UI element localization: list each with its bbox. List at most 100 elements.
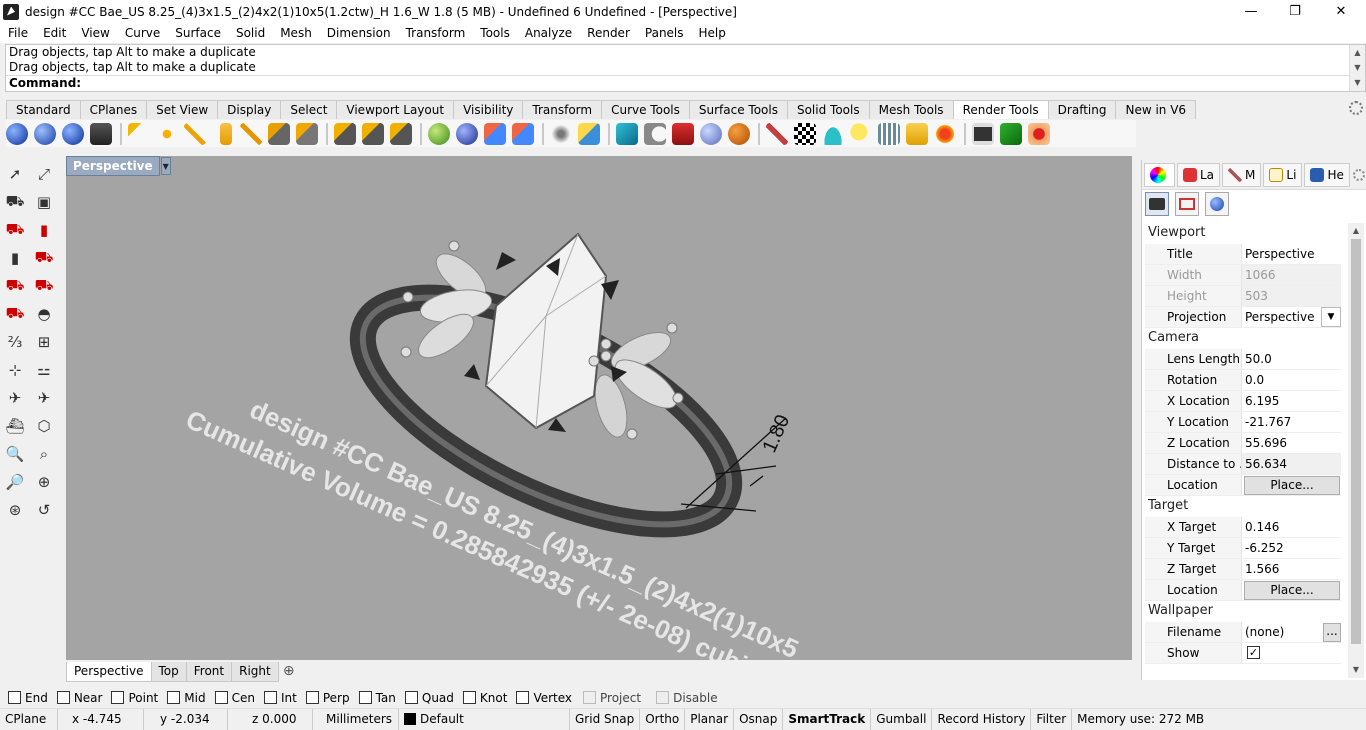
bump-icon[interactable] <box>728 122 750 145</box>
status-grid-snap[interactable]: Grid Snap <box>570 708 641 730</box>
tab-viewport-layout[interactable]: Viewport Layout <box>336 100 455 119</box>
osnap-checkbox[interactable] <box>404 691 418 704</box>
command-prompt[interactable]: Command: <box>6 75 1365 90</box>
gizmo-icon[interactable]: ⊞ <box>32 330 56 354</box>
chevron-down-icon[interactable]: ▼ <box>1321 307 1341 327</box>
projection-select[interactable]: Perspective ▼ <box>1242 307 1341 327</box>
osnap-int[interactable]: Int <box>263 691 297 705</box>
osnap-checkbox[interactable] <box>462 691 476 704</box>
menu-dimension[interactable]: Dimension <box>319 26 398 40</box>
zoom-icon[interactable]: 🔍 <box>3 442 27 466</box>
tab-set-view[interactable]: Set View <box>146 100 219 119</box>
undo-view-icon[interactable]: ↺ <box>32 498 56 522</box>
status-layer[interactable]: Default <box>399 708 570 730</box>
zoom-dynamic-icon[interactable]: 🔎 <box>3 470 27 494</box>
ground-plane-icon[interactable] <box>644 122 666 145</box>
status-planar[interactable]: Planar <box>685 708 735 730</box>
menu-file[interactable]: File <box>0 26 35 40</box>
viewport-menu-arrow-icon[interactable]: ▼ <box>160 157 171 175</box>
box-mapping-icon[interactable] <box>578 122 600 145</box>
scroll-up-icon[interactable]: ▲ <box>1348 223 1364 239</box>
prop-value-z-target[interactable]: 1.566 <box>1242 559 1341 579</box>
osnap-checkbox[interactable] <box>56 691 70 704</box>
menu-tools[interactable]: Tools <box>472 26 517 40</box>
aircraft-icon[interactable]: ✈ <box>3 386 27 410</box>
browse-wallpaper-button[interactable]: ... <box>1323 623 1341 642</box>
osnap-end[interactable]: End <box>8 691 48 705</box>
osnap-mid[interactable]: Mid <box>167 691 206 705</box>
tab-display[interactable]: Display <box>217 100 282 119</box>
edit-light-icon[interactable] <box>334 122 356 145</box>
osnap-project[interactable]: Project <box>583 691 641 705</box>
panel-options-gear-icon[interactable] <box>1352 168 1365 181</box>
tab-solid-tools[interactable]: Solid Tools <box>786 100 870 119</box>
rotate-view-icon[interactable]: ⊛ <box>3 498 27 522</box>
command-scrollbar[interactable]: ▲ ▼ ▼ <box>1349 45 1365 91</box>
render-sphere-icon[interactable] <box>6 122 28 145</box>
panel-tab-help[interactable]: He <box>1304 162 1350 187</box>
osnap-checkbox[interactable] <box>8 691 21 704</box>
render-window-icon[interactable] <box>34 122 56 145</box>
osnap-cen[interactable]: Cen <box>214 691 255 705</box>
split-icon[interactable]: ⅔ <box>3 330 27 354</box>
status-osnap[interactable]: Osnap <box>734 708 784 730</box>
bar-icon[interactable]: ⚍ <box>32 358 56 382</box>
tab-curve-tools[interactable]: Curve Tools <box>601 100 690 119</box>
panel-scrollbar[interactable]: ▲ ▼ <box>1348 223 1364 678</box>
viewport-tab-right[interactable]: Right <box>231 662 279 682</box>
prop-value-y-target[interactable]: -6.252 <box>1242 538 1341 558</box>
record-icon[interactable] <box>1028 122 1050 145</box>
crosshair-icon[interactable]: ⊹ <box>3 358 27 382</box>
spot-size-icon[interactable] <box>850 122 872 145</box>
status-gumball[interactable]: Gumball <box>871 708 933 730</box>
menu-edit[interactable]: Edit <box>35 26 73 40</box>
osnap-checkbox[interactable] <box>305 691 319 704</box>
tab-new-in-v6[interactable]: New in V6 <box>1115 100 1197 119</box>
menu-view[interactable]: View <box>73 26 116 40</box>
directional-light-icon[interactable] <box>184 122 206 145</box>
decal-icon[interactable] <box>672 122 694 145</box>
table-icon[interactable] <box>878 122 900 145</box>
close-button[interactable]: ✕ <box>1318 0 1364 23</box>
tab-transform[interactable]: Transform <box>522 100 603 119</box>
camera-place-button[interactable]: Place... <box>1244 476 1340 495</box>
prop-value-title[interactable]: Perspective <box>1242 244 1341 264</box>
osnap-checkbox[interactable] <box>516 691 530 704</box>
scroll-down-icon[interactable]: ▼ <box>1348 662 1364 678</box>
osnap-tan[interactable]: Tan <box>358 691 396 705</box>
spotlight-icon[interactable] <box>128 122 150 145</box>
rectangular-light-icon[interactable] <box>220 122 232 145</box>
osnap-disable[interactable]: Disable <box>656 691 718 705</box>
render-settings-button[interactable] <box>1205 192 1229 216</box>
assign-material-icon[interactable] <box>456 122 478 145</box>
osnap-checkbox[interactable] <box>358 691 372 704</box>
tab-mesh-tools[interactable]: Mesh Tools <box>868 100 954 119</box>
prop-value-x-location[interactable]: 6.195 <box>1242 391 1341 411</box>
dome-icon[interactable]: ◓ <box>32 302 56 326</box>
texture-mapping-icon[interactable] <box>550 122 572 145</box>
select-arrow-icon[interactable]: ➚ <box>3 162 27 186</box>
osnap-checkbox[interactable] <box>583 691 597 704</box>
panel-tab-materials[interactable]: M <box>1222 162 1262 187</box>
wing-icon[interactable]: ✈ <box>32 386 56 410</box>
prop-value-x-target[interactable]: 0.146 <box>1242 517 1341 537</box>
status-units[interactable]: Millimeters <box>313 708 399 730</box>
vehicle-side-icon[interactable]: ⛟ <box>3 274 27 298</box>
target-icon[interactable]: ⊕ <box>32 470 56 494</box>
target-place-button[interactable]: Place... <box>1244 581 1340 600</box>
prop-value-lens[interactable]: 50.0 <box>1242 349 1341 369</box>
light-properties-icon[interactable] <box>296 122 318 145</box>
menu-help[interactable]: Help <box>691 26 733 40</box>
menu-surface[interactable]: Surface <box>167 26 228 40</box>
prop-value-distance[interactable]: 56.634 <box>1242 454 1341 474</box>
linear-light-icon[interactable] <box>240 122 262 145</box>
osnap-perp[interactable]: Perp <box>305 691 350 705</box>
menu-transform[interactable]: Transform <box>398 26 473 40</box>
viewport-frame-button[interactable] <box>1175 192 1199 216</box>
film-icon[interactable] <box>972 122 994 145</box>
env-map-icon[interactable] <box>700 122 722 145</box>
osnap-point[interactable]: Point <box>111 691 158 705</box>
viewport-tab-perspective[interactable]: Perspective <box>66 662 152 682</box>
menu-render[interactable]: Render <box>579 26 637 40</box>
scroll-down-icon[interactable]: ▼ <box>1350 60 1365 75</box>
